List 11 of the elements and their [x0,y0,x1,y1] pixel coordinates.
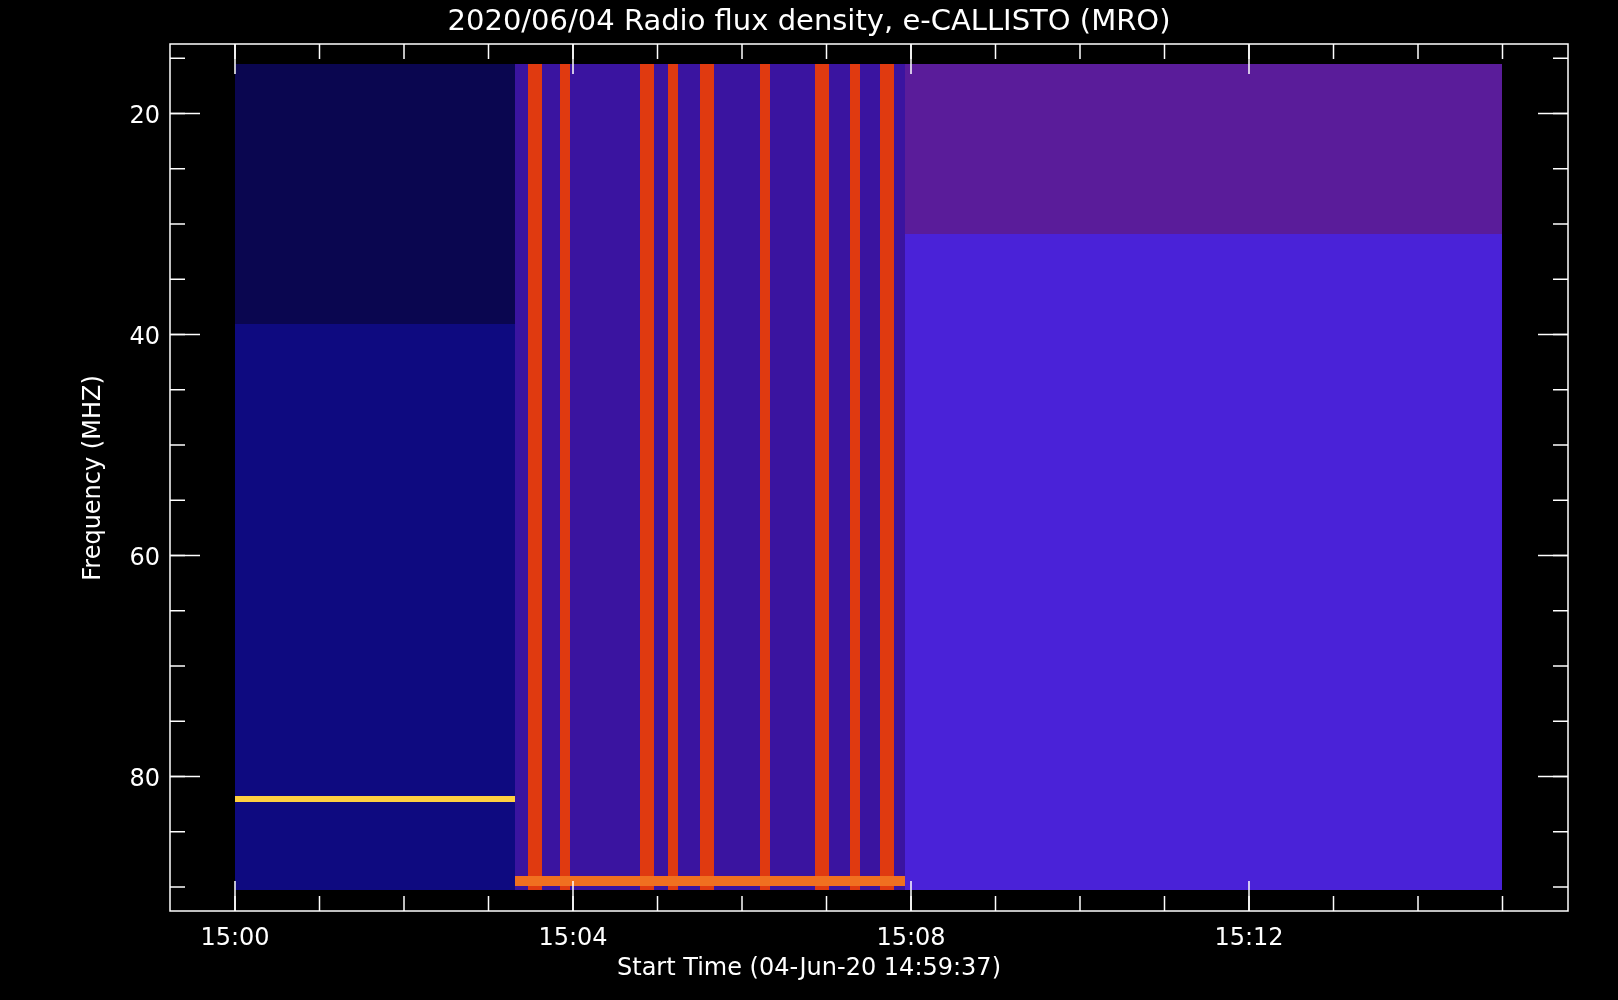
tick-label: 60 [129,542,160,571]
tick-label: 15:04 [538,923,608,951]
tick-label: 15:00 [200,923,270,951]
tick-label: 15:08 [876,923,946,951]
axis-label: Frequency (MHZ) [78,375,106,581]
tick-label: 40 [129,321,160,350]
axis-label: Start Time (04-Jun-20 14:59:37) [617,953,1001,981]
tick-label: 80 [129,763,160,792]
tick-label: 15:12 [1214,923,1284,951]
plot-title: 2020/06/04 Radio flux density, e-CALLISTO (MRO) [447,3,1171,37]
tick-label: 20 [129,100,160,129]
